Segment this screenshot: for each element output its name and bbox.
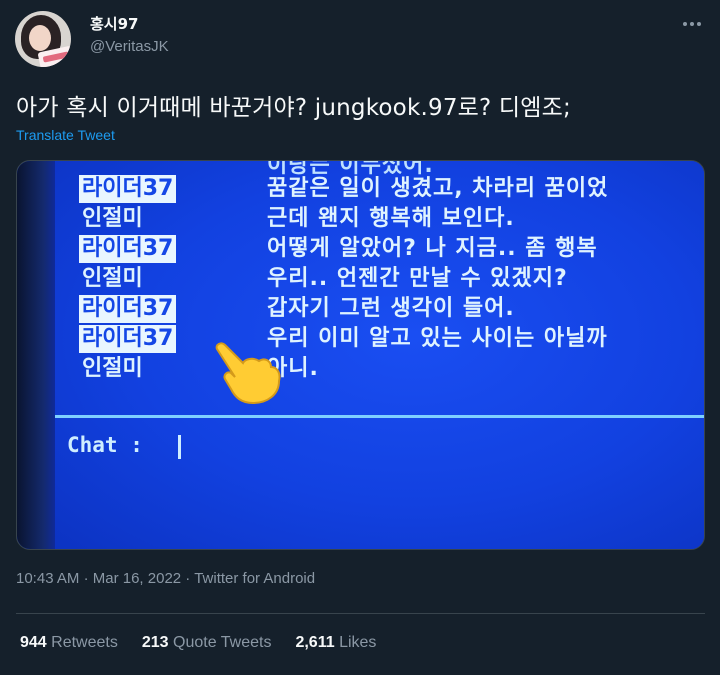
chat-nickname: 라이더37 [79, 175, 177, 203]
likes-stat[interactable]: 2,611 Likes [295, 634, 376, 652]
chat-nickname: 라이더37 [79, 235, 177, 263]
translate-tweet-link[interactable]: Translate Tweet [16, 127, 115, 143]
monitor-bezel [17, 161, 55, 549]
more-icon[interactable] [680, 18, 704, 30]
tweet-media-photo[interactable]: 이랑는 이누싰어. 라이더37 꿈같은 일이 생겼고, 차라리 꿈이었 인절미 근데 … [16, 160, 705, 550]
tweet-date[interactable]: Mar 16, 2022 [93, 570, 181, 587]
chat-label: Chat : [67, 433, 143, 457]
chat-nickname: 인절미 [82, 206, 143, 231]
chat-screen: 이랑는 이누싰어. 라이더37 꿈같은 일이 생겼고, 차라리 꿈이었 인절미 근데 … [55, 161, 704, 549]
chat-nickname: 라이더37 [79, 325, 177, 353]
tweet-source[interactable]: Twitter for Android [194, 570, 315, 587]
chat-message: 꿈같은 일이 생겼고, 차라리 꿈이었 [267, 176, 609, 201]
tweet-text: 아가 혹시 이거때메 바꾼거야? jungkook.97로? 디엠조; [16, 95, 571, 121]
pointing-hand-icon [215, 342, 281, 405]
avatar[interactable] [15, 11, 71, 67]
chat-message: 갑자기 그런 생각이 들어. [267, 296, 515, 321]
chat-message: 근데 왠지 행복해 보인다. [267, 206, 515, 231]
retweets-stat[interactable]: 944 Retweets [20, 634, 118, 652]
chat-nickname: 라이더37 [79, 295, 177, 323]
text-cursor [178, 435, 181, 459]
chat-divider [55, 415, 704, 418]
quote-tweets-stat[interactable]: 213 Quote Tweets [142, 634, 272, 652]
chat-message: 우리.. 언젠간 만날 수 있겠지? [267, 266, 568, 291]
divider [16, 613, 705, 614]
chat-nickname: 인절미 [82, 266, 143, 291]
tweet-time[interactable]: 10:43 AM [16, 570, 79, 587]
author-handle[interactable]: @VeritasJK [90, 38, 169, 55]
chat-message: 우리 이미 알고 있는 사이는 아닐까 [267, 326, 608, 351]
tweet-stats: 944 Retweets 213 Quote Tweets 2,611 Like… [20, 634, 376, 652]
chat-message: 어떻게 알았어? 나 지금.. 좀 행복 [267, 236, 598, 261]
author-display-name[interactable]: 홍시97 [90, 13, 138, 34]
chat-nickname: 인절미 [82, 356, 143, 381]
tweet-card: 홍시97 @VeritasJK 아가 혹시 이거때메 바꾼거야? jungkoo… [0, 0, 720, 675]
tweet-meta: 10:43 AM · Mar 16, 2022 · Twitter for An… [16, 570, 316, 587]
